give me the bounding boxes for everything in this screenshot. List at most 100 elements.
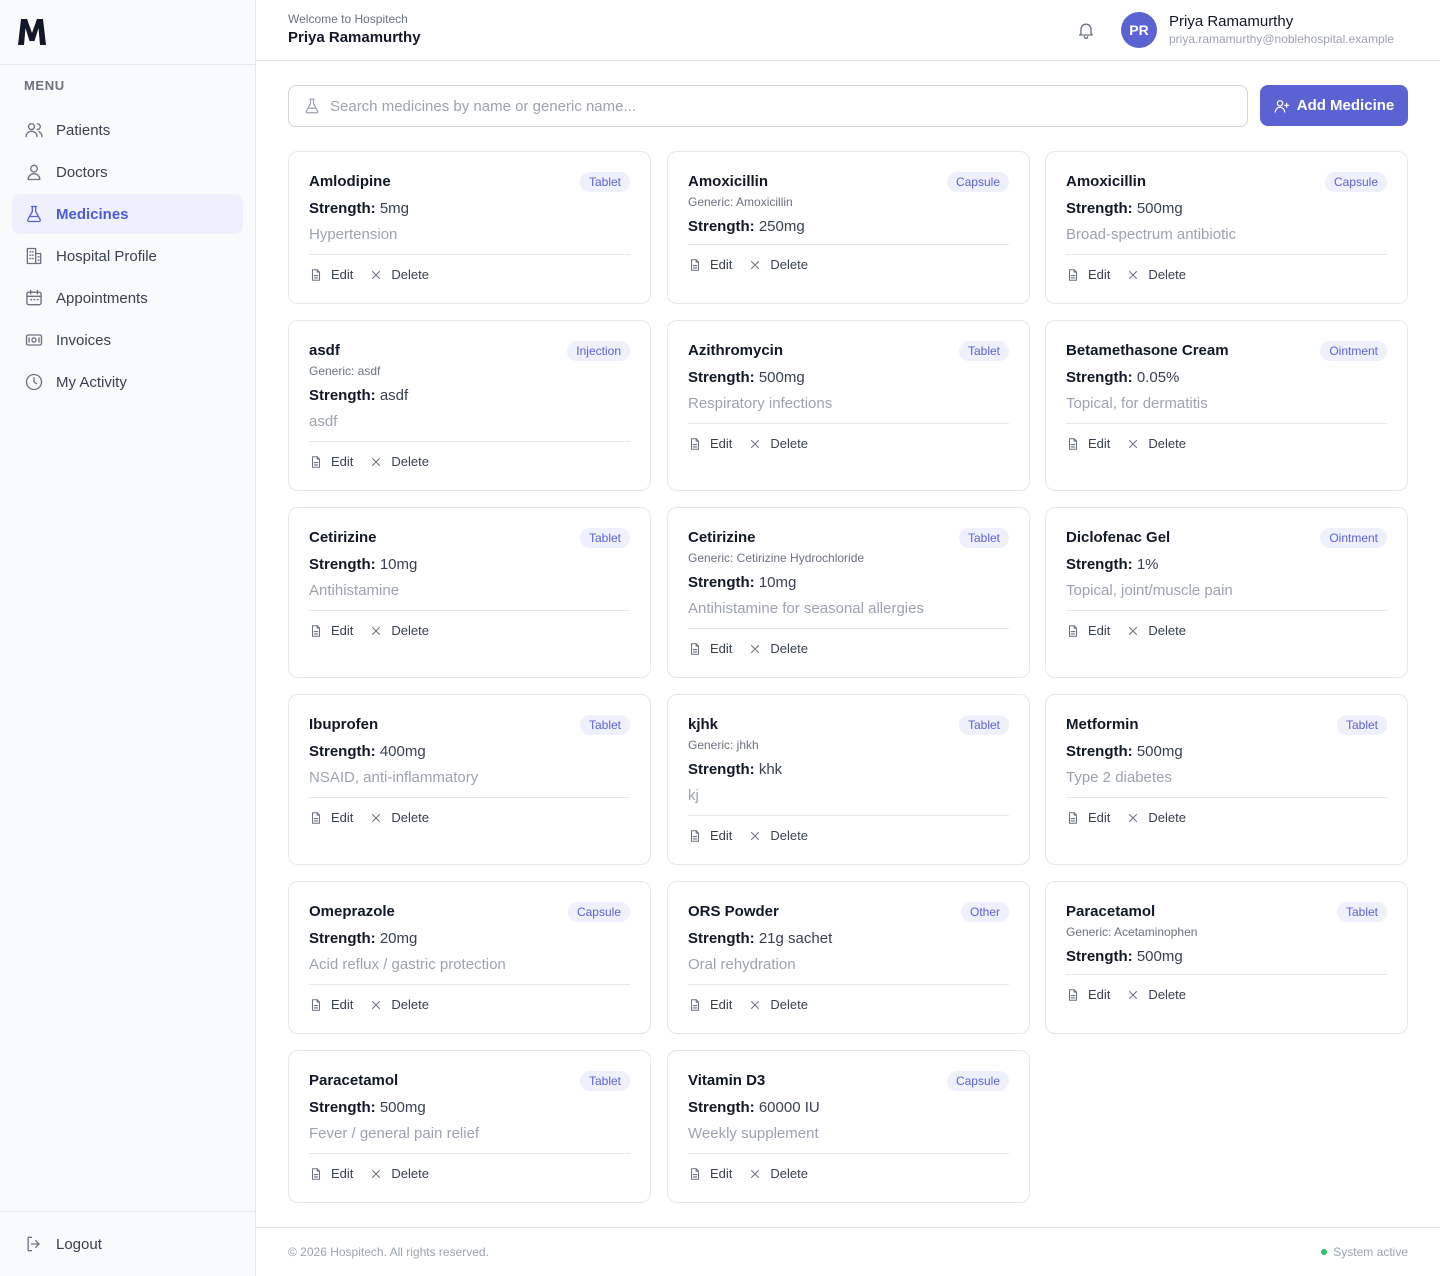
logout-icon xyxy=(24,1234,44,1254)
medicine-description: Type 2 diabetes xyxy=(1066,769,1172,786)
edit-button[interactable]: Edit xyxy=(688,257,732,272)
strength-label: Strength: xyxy=(688,574,755,591)
logo[interactable] xyxy=(0,0,255,65)
strength-label: Strength: xyxy=(1066,743,1133,760)
delete-button[interactable]: Delete xyxy=(369,810,429,825)
medicine-description: Topical, for dermatitis xyxy=(1066,395,1208,412)
edit-label: Edit xyxy=(1088,810,1111,825)
close-icon xyxy=(748,437,762,451)
medicine-strength: Strength: 500mg xyxy=(1066,948,1183,965)
sidebar-item-label: Invoices xyxy=(56,331,112,349)
close-icon xyxy=(369,455,383,469)
delete-label: Delete xyxy=(1148,810,1186,825)
medicine-type-badge: Tablet xyxy=(958,341,1009,361)
logout-label: Logout xyxy=(56,1235,102,1253)
medicine-strength: Strength: 10mg xyxy=(309,556,417,573)
edit-button[interactable]: Edit xyxy=(309,623,353,638)
delete-button[interactable]: Delete xyxy=(369,454,429,469)
delete-button[interactable]: Delete xyxy=(1126,810,1186,825)
delete-button[interactable]: Delete xyxy=(1126,436,1186,451)
sidebar-item-hospital-profile[interactable]: Hospital Profile xyxy=(12,236,243,276)
medicine-strength: Strength: 250mg xyxy=(688,218,805,235)
edit-button[interactable]: Edit xyxy=(1066,810,1110,825)
sidebar-item-appointments[interactable]: Appointments xyxy=(12,278,243,318)
edit-button[interactable]: Edit xyxy=(688,997,732,1012)
close-icon xyxy=(1126,437,1140,451)
file-edit-icon xyxy=(309,455,323,469)
delete-button[interactable]: Delete xyxy=(1126,267,1186,282)
file-edit-icon xyxy=(309,624,323,638)
card-actions: Edit Delete xyxy=(1066,436,1202,451)
strength-value: asdf xyxy=(379,387,409,404)
edit-label: Edit xyxy=(331,1166,354,1181)
add-medicine-label: Add Medicine xyxy=(1296,97,1395,114)
medicine-card: Paracetamol Tablet Strength: 500mg Fever / … xyxy=(288,1050,651,1203)
medicine-description: Respiratory infections xyxy=(688,395,833,412)
edit-button[interactable]: Edit xyxy=(688,1166,732,1181)
delete-button[interactable]: Delete xyxy=(369,997,429,1012)
edit-button[interactable]: Edit xyxy=(309,1166,353,1181)
sidebar-item-doctors[interactable]: Doctors xyxy=(12,152,243,192)
delete-button[interactable]: Delete xyxy=(748,641,808,656)
edit-label: Edit xyxy=(331,267,354,282)
medicine-name: Amoxicillin xyxy=(688,173,769,190)
delete-button[interactable]: Delete xyxy=(748,1166,808,1181)
strength-value: 21g sachet xyxy=(758,930,833,947)
add-medicine-button[interactable]: Add Medicine xyxy=(1260,85,1408,126)
edit-button[interactable]: Edit xyxy=(309,267,353,282)
file-edit-icon xyxy=(688,642,702,656)
file-edit-icon xyxy=(309,998,323,1012)
edit-button[interactable]: Edit xyxy=(688,641,732,656)
edit-button[interactable]: Edit xyxy=(1066,987,1110,1002)
edit-button[interactable]: Edit xyxy=(309,810,353,825)
medicine-name: Amlodipine xyxy=(309,173,391,190)
sidebar-item-my-activity[interactable]: My Activity xyxy=(12,362,243,402)
card-divider xyxy=(309,797,630,798)
logout-button[interactable]: Logout xyxy=(0,1211,255,1276)
bell-icon[interactable] xyxy=(1076,20,1096,40)
sidebar-item-patients[interactable]: Patients xyxy=(12,110,243,150)
edit-label: Edit xyxy=(710,641,733,656)
medicine-name: Paracetamol xyxy=(1066,903,1156,920)
medicine-card: Diclofenac Gel Ointment Strength: 1% Topica… xyxy=(1045,507,1408,678)
edit-button[interactable]: Edit xyxy=(1066,623,1110,638)
medicine-description: Antihistamine for seasonal allergies xyxy=(688,600,924,617)
close-icon xyxy=(1126,624,1140,638)
sidebar-item-label: My Activity xyxy=(56,373,127,391)
sidebar-item-medicines[interactable]: Medicines xyxy=(12,194,243,234)
search-input[interactable] xyxy=(330,97,1210,115)
close-icon xyxy=(369,1167,383,1181)
medicine-strength: Strength: 500mg xyxy=(1066,200,1183,217)
medicine-type-badge: Tablet xyxy=(579,715,630,735)
edit-button[interactable]: Edit xyxy=(1066,436,1110,451)
medicine-card: Azithromycin Tablet Strength: 500mg Respira… xyxy=(667,320,1030,491)
delete-button[interactable]: Delete xyxy=(1126,987,1186,1002)
medicine-name: Ibuprofen xyxy=(309,716,379,733)
delete-button[interactable]: Delete xyxy=(748,997,808,1012)
avatar[interactable]: PR xyxy=(1121,12,1157,48)
delete-button[interactable]: Delete xyxy=(369,267,429,282)
status-text: System active xyxy=(1333,1245,1408,1259)
delete-label: Delete xyxy=(1148,987,1186,1002)
delete-button[interactable]: Delete xyxy=(748,828,808,843)
edit-button[interactable]: Edit xyxy=(309,997,353,1012)
medicine-type-badge: Other xyxy=(960,902,1009,922)
delete-button[interactable]: Delete xyxy=(748,436,808,451)
edit-button[interactable]: Edit xyxy=(309,454,353,469)
card-actions: Edit Delete xyxy=(688,1166,824,1181)
delete-button[interactable]: Delete xyxy=(1126,623,1186,638)
medicine-name: asdf xyxy=(309,342,340,359)
sidebar-item-label: Medicines xyxy=(56,205,129,223)
edit-button[interactable]: Edit xyxy=(1066,267,1110,282)
file-edit-icon xyxy=(688,437,702,451)
delete-button[interactable]: Delete xyxy=(748,257,808,272)
edit-button[interactable]: Edit xyxy=(688,828,732,843)
strength-label: Strength: xyxy=(309,1099,376,1116)
delete-button[interactable]: Delete xyxy=(369,1166,429,1181)
edit-button[interactable]: Edit xyxy=(688,436,732,451)
delete-button[interactable]: Delete xyxy=(369,623,429,638)
edit-label: Edit xyxy=(331,810,354,825)
sidebar-item-invoices[interactable]: Invoices xyxy=(12,320,243,360)
delete-label: Delete xyxy=(770,997,808,1012)
medicine-description: NSAID, anti-inflammatory xyxy=(309,769,479,786)
